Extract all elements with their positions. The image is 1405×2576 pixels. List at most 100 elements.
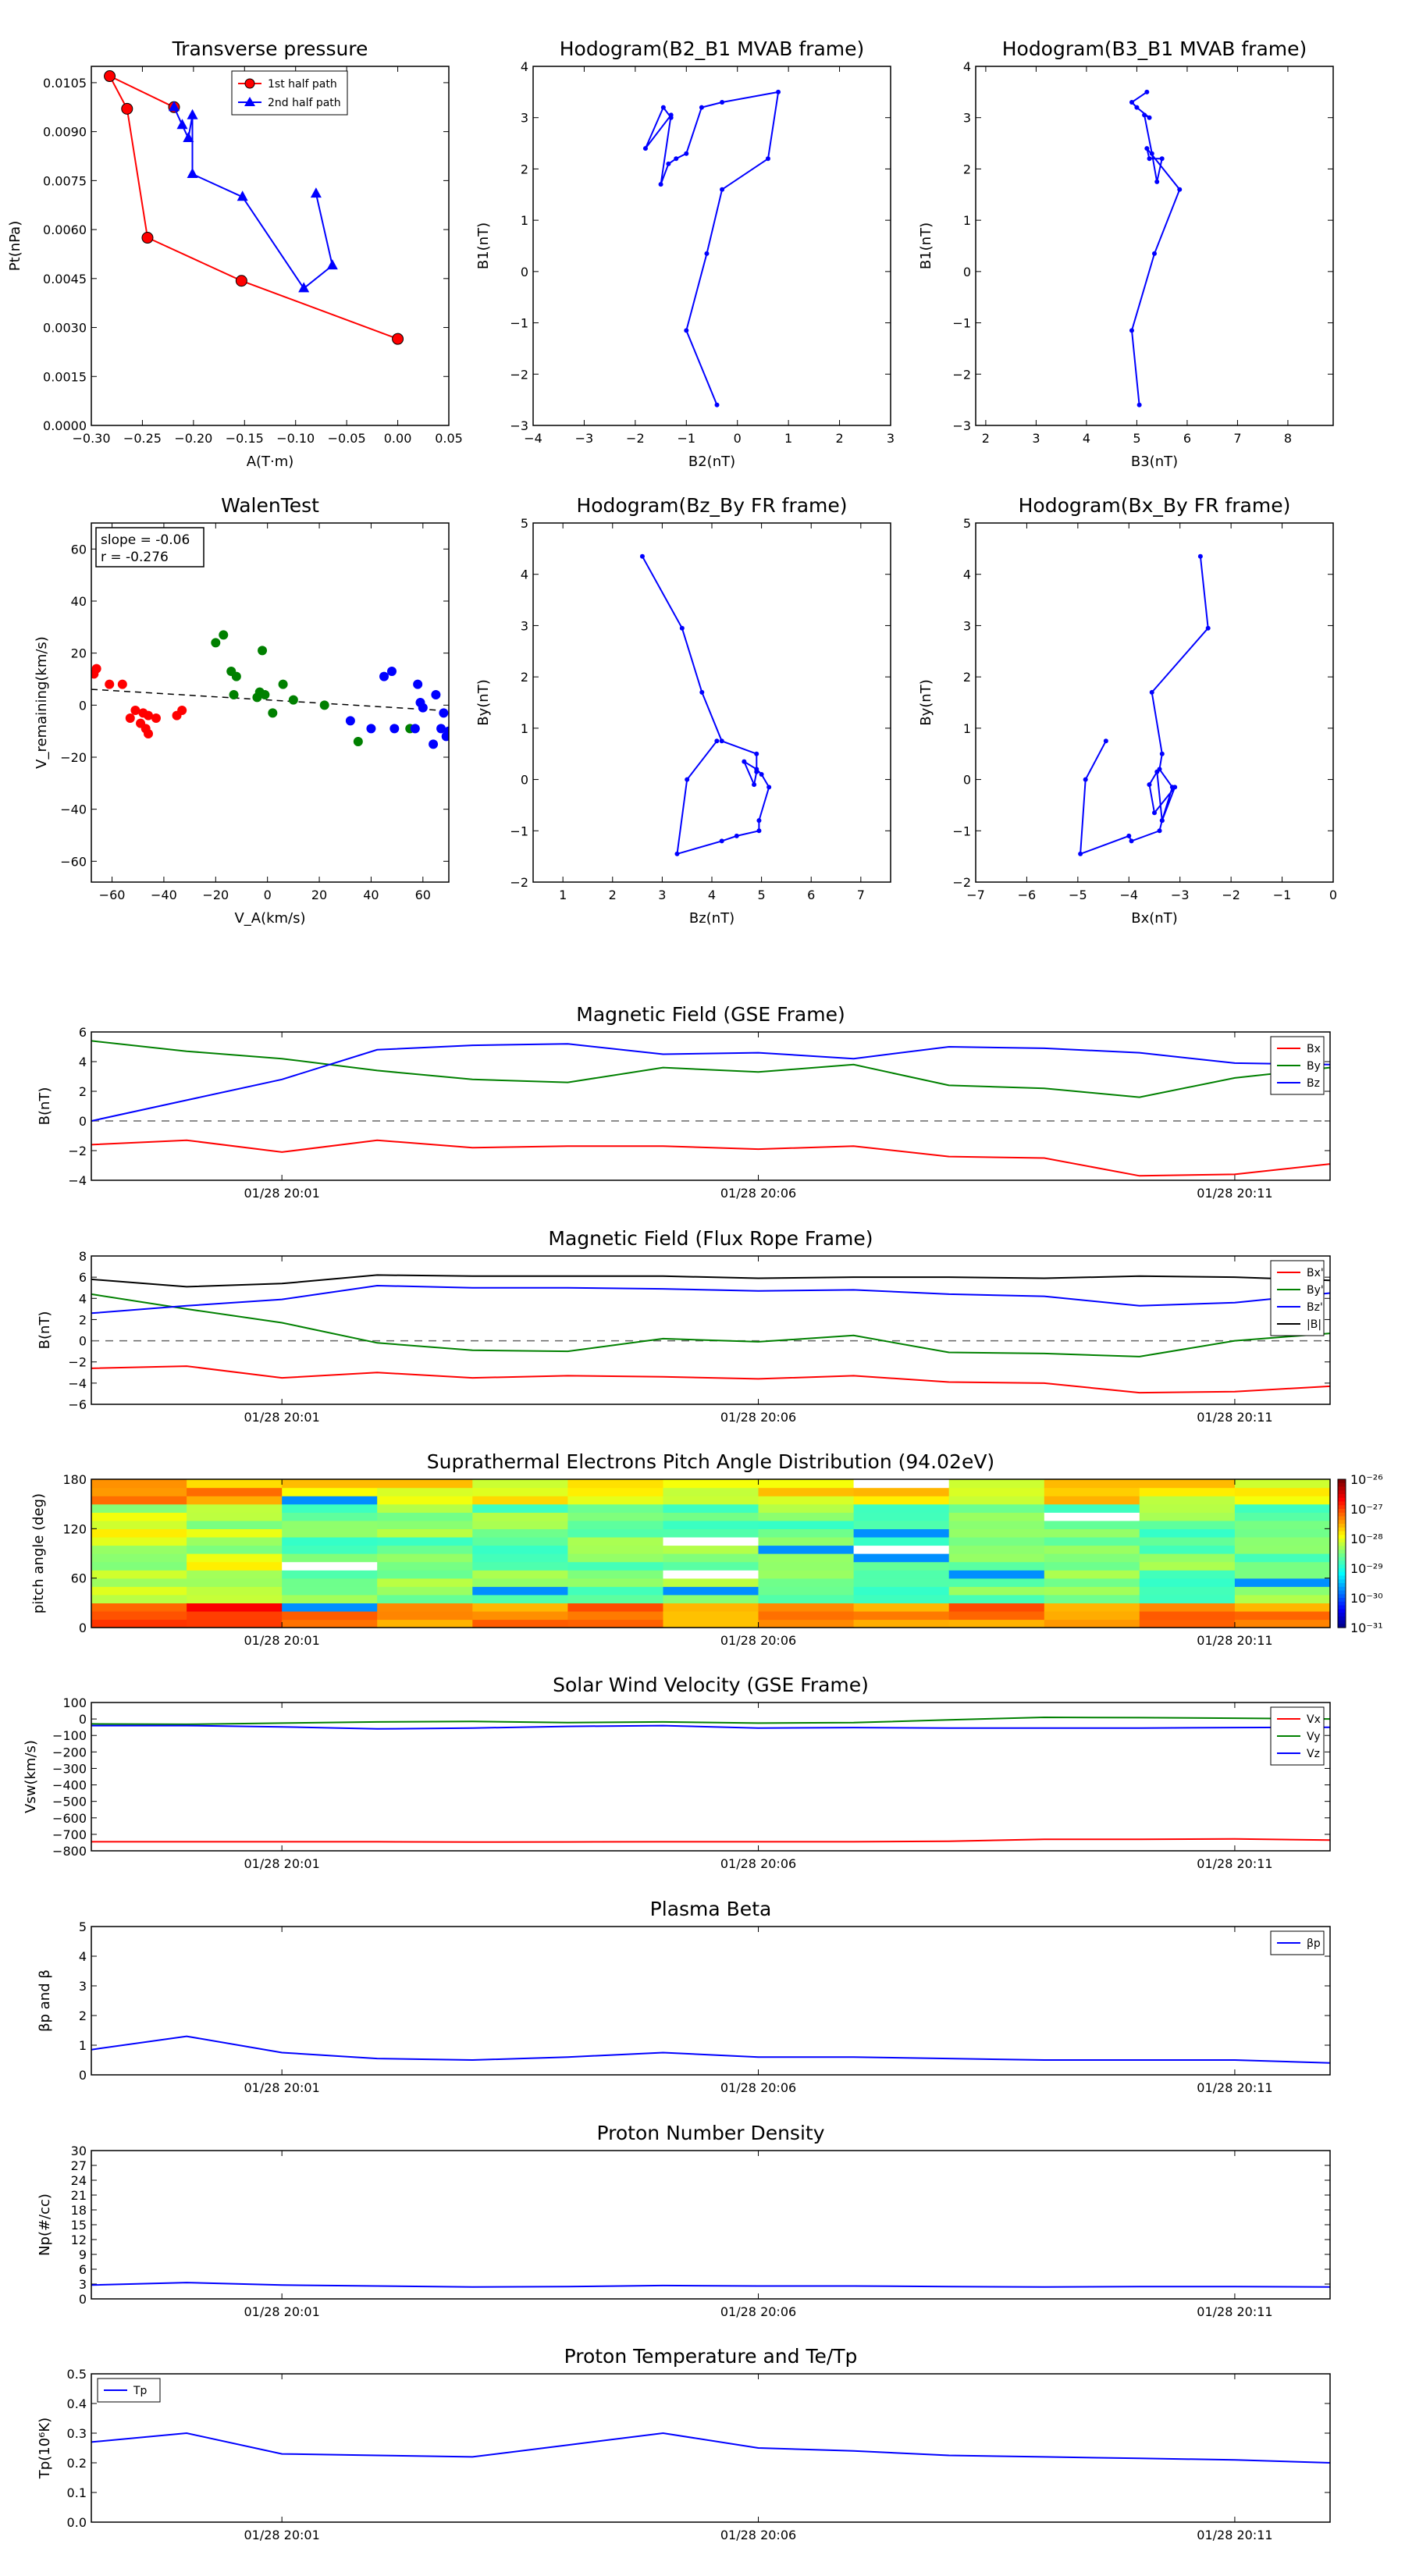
data-point [288,695,298,705]
heatmap-cell [948,1610,1045,1621]
colorbar-segment [1338,1605,1346,1610]
y-tick-label: 4 [521,59,528,74]
data-point [684,328,689,333]
heatmap-cell [663,1594,759,1603]
heatmap-cell [91,1561,187,1571]
y-tick-label: −40 [60,802,87,817]
heatmap-cell [1044,1503,1140,1513]
chart-title: Hodogram(B2_B1 MVAB frame) [560,37,865,60]
heatmap-cell [758,1603,855,1612]
data-point [658,182,663,187]
y-tick-label: 5 [521,516,528,531]
heatmap-cell [1139,1570,1236,1579]
data-point [1205,625,1211,631]
y-tick-label: −100 [52,1728,87,1743]
heatmap-cell [472,1553,568,1563]
heatmap-cell [948,1553,1045,1563]
heatmap-cell [853,1496,950,1505]
legend-label: 2nd half path [268,97,341,109]
heatmap-cell [1234,1561,1331,1571]
data-point [742,759,747,764]
heatmap-cell [1044,1578,1140,1587]
y-tick-label: 0.0045 [43,272,87,286]
heatmap-cell [663,1603,759,1612]
y-tick-label: −20 [60,750,87,765]
heatmap-cell [948,1578,1045,1587]
x-axis-label: V_A(km/s) [234,910,305,927]
heatmap-cell [758,1578,855,1587]
heatmap-cell [377,1512,473,1521]
heatmap-cell [377,1586,473,1596]
x-tick-label: 01/28 20:01 [244,1410,319,1425]
colorbar-segment [1338,1620,1346,1624]
data-point [674,851,680,856]
data-point [754,751,759,756]
heatmap-cell [187,1553,283,1563]
y-tick-label: 60 [71,1571,87,1586]
data-point [719,738,724,744]
data-point [1144,89,1150,94]
y-tick-label: 0.5 [67,2367,87,2382]
chart-title: Hodogram(Bz_By FR frame) [576,494,847,517]
heatmap-cell [1139,1528,1236,1538]
heatmap-cell [187,1479,283,1489]
heatmap-cell [91,1528,187,1538]
data-point [639,553,645,559]
heatmap-cell [758,1570,855,1579]
series-line [91,1040,1330,1098]
heatmap-cell [377,1561,473,1571]
x-tick-label: −0.15 [226,431,264,446]
heatmap-cell [1044,1479,1140,1489]
x-tick-label: −7 [966,888,985,902]
x-tick-label: −0.25 [123,431,162,446]
colorbar-segment [1338,1594,1346,1599]
x-tick-label: 4 [1083,431,1090,446]
data-point [1154,179,1160,184]
data-point [1152,810,1157,816]
heatmap-cell [91,1586,187,1596]
y-tick-label: 0 [79,1712,87,1727]
heatmap-cell [91,1536,187,1546]
y-tick-label: 4 [963,568,971,582]
data-point [765,156,770,162]
y-tick-label: 9 [79,2247,87,2262]
data-point [1129,838,1134,844]
y-tick-label: 20 [71,646,87,661]
y-tick-label: 0 [79,1621,87,1635]
data-point [418,703,428,713]
heatmap-cell [567,1619,664,1628]
y-tick-label: 30 [71,2144,87,2158]
y-tick-label: −300 [52,1761,87,1776]
heatmap-cell [282,1545,378,1554]
heatmap-cell [282,1570,378,1579]
heatmap-cell [567,1610,664,1621]
x-tick-label: 01/28 20:11 [1197,1186,1272,1201]
heatmap-cell [1234,1503,1331,1513]
data-point [310,187,322,198]
data-point [260,690,270,699]
heatmap-cell [663,1520,759,1529]
data-point [326,259,338,270]
data-point [767,785,772,790]
heatmap-cell [1139,1594,1236,1603]
heatmap-cell [187,1619,283,1628]
y-tick-label: 1 [521,721,528,736]
colorbar-segment [1338,1571,1346,1577]
heatmap-cell [758,1586,855,1596]
y-tick-label: −4 [68,1173,87,1188]
y-tick-label: 27 [71,2158,87,2173]
x-tick-label: 40 [363,888,379,902]
heatmap-cell [758,1553,855,1563]
heatmap-cell [663,1528,759,1538]
y-tick-label: 2 [521,162,528,176]
x-tick-label: 01/28 20:11 [1197,1410,1272,1425]
data-point [235,275,247,287]
y-tick-label: 0.0060 [43,222,87,237]
y-tick-label: 1 [521,213,528,228]
data-point [1147,115,1152,120]
y-tick-label: −2 [510,875,528,890]
x-tick-label: 01/28 20:06 [720,1633,796,1648]
heatmap-cell [663,1553,759,1563]
plot-frame [532,66,891,426]
colorbar-label: 10⁻²⁶ [1350,1472,1383,1487]
